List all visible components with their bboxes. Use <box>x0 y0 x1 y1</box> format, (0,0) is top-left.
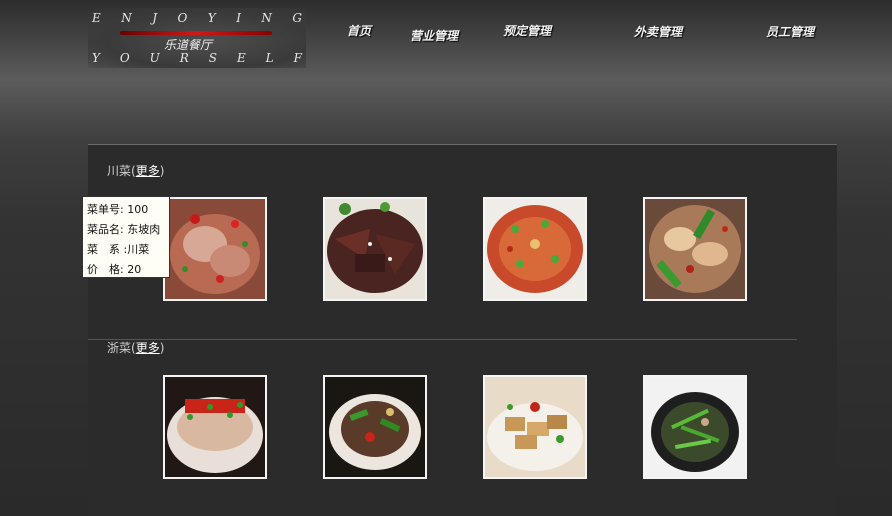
section-title-zhejiang: 浙菜(更多) <box>107 341 165 355</box>
dish-thumbnail[interactable] <box>483 197 587 301</box>
dish-image <box>645 377 745 477</box>
tooltip-price: 价 格: 20 <box>87 263 142 276</box>
nav-business-management[interactable]: 营业管理 <box>410 27 458 44</box>
logo-yourself-text: YOURSELF <box>92 51 302 65</box>
dish-thumbnail[interactable] <box>163 197 267 301</box>
dish-image <box>165 377 265 477</box>
restaurant-logo: ENJOYING 乐道餐厅 YOURSELF <box>88 8 306 68</box>
dish-image <box>485 377 585 477</box>
dish-thumbnail[interactable] <box>643 197 747 301</box>
dish-thumbnail[interactable] <box>643 375 747 479</box>
logo-enjoying-text: ENJOYING <box>92 11 302 25</box>
dish-image <box>165 199 265 299</box>
dish-image <box>485 199 585 299</box>
nav-reservation-management[interactable]: 预定管理 <box>503 22 551 39</box>
more-link-zhejiang[interactable]: 更多 <box>136 341 160 355</box>
nav-takeout-management[interactable]: 外卖管理 <box>634 23 682 40</box>
dish-thumbnail[interactable] <box>163 375 267 479</box>
dish-thumbnail[interactable] <box>323 375 427 479</box>
tooltip-dish-id: 菜单号: 100 <box>87 203 149 216</box>
dish-image <box>325 377 425 477</box>
logo-red-bar <box>120 31 272 35</box>
menu-panel: 川菜(更多) 浙菜(更多) <box>88 144 837 516</box>
dish-image <box>645 199 745 299</box>
section-divider <box>88 339 797 340</box>
dish-thumbnail[interactable] <box>483 375 587 479</box>
section-title-sichuan: 川菜(更多) <box>107 164 165 178</box>
dish-image <box>325 199 425 299</box>
tooltip-cuisine: 菜 系 :川菜 <box>87 243 150 256</box>
dish-thumbnail[interactable] <box>323 197 427 301</box>
more-link-sichuan[interactable]: 更多 <box>136 164 160 178</box>
nav-staff-management[interactable]: 员工管理 <box>766 23 814 40</box>
dish-info-tooltip: 菜单号: 100 菜品名: 东坡肉 菜 系 :川菜 价 格: 20 <box>82 196 170 278</box>
tooltip-dish-name: 菜品名: 东坡肉 <box>87 223 161 236</box>
nav-home[interactable]: 首页 <box>347 22 371 39</box>
